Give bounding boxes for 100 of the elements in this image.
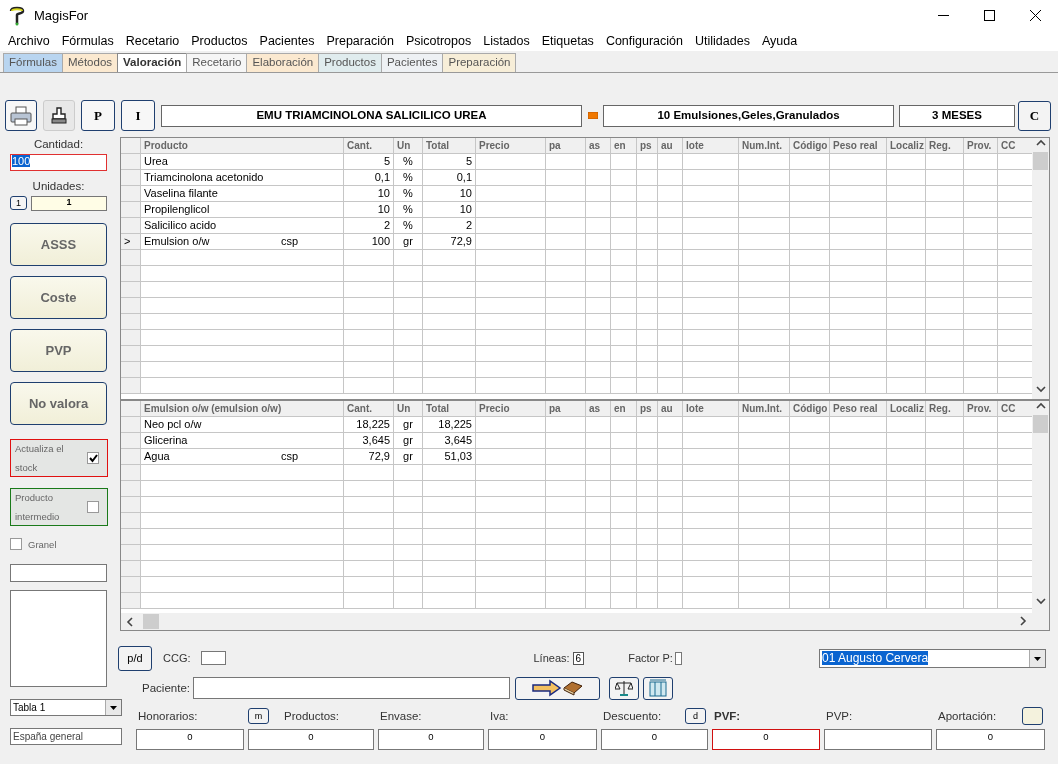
text-field[interactable] (10, 564, 107, 582)
units-field[interactable]: 1 (31, 196, 107, 211)
category-field[interactable]: 10 Emulsiones,Geles,Granulados (603, 104, 894, 127)
tab[interactable]: Preparación (442, 53, 517, 72)
column-header[interactable]: pa (546, 138, 586, 154)
scale-button[interactable] (609, 676, 639, 700)
small-button[interactable]: d (685, 708, 706, 724)
table-dropdown[interactable]: Tabla 1 (10, 699, 122, 716)
menu-item[interactable]: Ayuda (761, 34, 798, 48)
row-header[interactable] (121, 250, 141, 266)
total-field[interactable]: 0 (488, 729, 597, 750)
total-field[interactable]: 0 (248, 729, 374, 750)
units-button[interactable]: 1 (10, 196, 27, 210)
column-header[interactable]: Num.Int. (739, 401, 790, 418)
menu-item[interactable]: Psicotropos (405, 34, 472, 48)
toolbar-button[interactable]: I (121, 100, 155, 131)
row-header[interactable] (121, 497, 141, 514)
column-header[interactable]: lote (683, 401, 739, 418)
tab[interactable]: Pacientes (380, 53, 444, 72)
menu-item[interactable]: Productos (191, 34, 248, 48)
scroll-thumb[interactable] (1033, 152, 1048, 170)
column-header[interactable]: Precio (476, 401, 546, 418)
checkbox[interactable] (87, 452, 99, 464)
row-header[interactable] (121, 449, 141, 466)
column-header[interactable]: Un (394, 401, 423, 418)
row-header[interactable] (121, 346, 141, 362)
columns-button[interactable] (643, 676, 673, 700)
row-header[interactable] (121, 545, 141, 562)
column-header[interactable]: au (658, 138, 683, 154)
row-header[interactable]: > (121, 234, 141, 250)
row-header[interactable] (121, 417, 141, 434)
pd-button[interactable]: p/d (118, 645, 152, 671)
c-button[interactable]: C (1018, 100, 1051, 131)
action-button[interactable]: ASSS (10, 223, 107, 266)
column-header[interactable]: Código (790, 401, 830, 418)
column-header[interactable]: Peso real (830, 401, 887, 418)
menu-item[interactable]: Fórmulas (61, 34, 114, 48)
column-header[interactable]: CC (998, 138, 1032, 154)
column-header[interactable]: Num.Int. (739, 138, 790, 154)
scroll-thumb[interactable] (143, 614, 159, 629)
row-header[interactable] (121, 218, 141, 234)
scroll-right-icon[interactable] (1017, 614, 1029, 627)
total-field[interactable]: 0 (378, 729, 484, 750)
column-header[interactable]: Código (790, 138, 830, 154)
column-header[interactable]: as (586, 401, 611, 418)
row-header[interactable] (121, 154, 141, 170)
stamp-button[interactable] (43, 100, 75, 131)
menu-item[interactable]: Listados (483, 34, 530, 48)
menu-item[interactable]: Archivo (8, 34, 50, 48)
column-header[interactable]: en (611, 401, 637, 418)
tab[interactable]: Fórmulas (3, 53, 63, 72)
column-header[interactable]: pa (546, 401, 586, 418)
row-header[interactable] (121, 314, 141, 330)
total-field[interactable]: 0 (936, 729, 1045, 750)
blank-button[interactable] (1022, 707, 1043, 725)
tab[interactable]: Métodos (61, 53, 119, 72)
column-header[interactable]: Localiz (887, 401, 926, 418)
row-header[interactable] (121, 170, 141, 186)
column-header[interactable]: Un (394, 138, 423, 154)
action-button[interactable]: Coste (10, 276, 107, 319)
row-header[interactable] (121, 282, 141, 298)
row-header[interactable] (121, 529, 141, 546)
row-header[interactable] (121, 433, 141, 450)
row-header[interactable] (121, 465, 141, 482)
maximize-icon[interactable] (983, 10, 995, 21)
row-header[interactable] (121, 266, 141, 282)
column-header[interactable]: Prov. (964, 138, 998, 154)
patient-field[interactable] (193, 677, 510, 699)
column-header[interactable]: Localiz (887, 138, 926, 154)
scroll-thumb[interactable] (1033, 415, 1048, 434)
quantity-field[interactable]: 100 (10, 154, 107, 171)
column-header[interactable]: CC (998, 401, 1032, 418)
menu-item[interactable]: Recetario (125, 34, 180, 48)
factor-field[interactable] (674, 651, 682, 665)
checkbox[interactable] (10, 538, 22, 550)
column-header[interactable]: Reg. (926, 138, 964, 154)
row-header[interactable] (121, 378, 141, 394)
region-field[interactable]: España general (10, 728, 122, 745)
total-field[interactable]: 0 (601, 729, 708, 750)
row-header[interactable] (121, 362, 141, 378)
checkbox[interactable] (87, 501, 99, 513)
column-header[interactable]: lote (683, 138, 739, 154)
row-header[interactable] (121, 202, 141, 218)
column-header[interactable]: Producto (141, 138, 344, 154)
row-header[interactable] (121, 513, 141, 530)
column-header[interactable]: au (658, 401, 683, 418)
menu-item[interactable]: Utilidades (695, 34, 750, 48)
close-icon[interactable] (1029, 10, 1041, 21)
tab[interactable]: Productos (318, 53, 382, 72)
row-header[interactable] (121, 298, 141, 314)
small-button[interactable]: m (248, 708, 269, 724)
column-header[interactable]: Total (423, 401, 476, 418)
row-header[interactable] (121, 577, 141, 594)
column-header[interactable]: Precio (476, 138, 546, 154)
menu-item[interactable]: Pacientes (259, 34, 315, 48)
menu-item[interactable]: Preparación (326, 34, 394, 48)
column-header[interactable]: Peso real (830, 138, 887, 154)
total-field[interactable] (824, 729, 932, 750)
row-header[interactable] (121, 186, 141, 202)
menu-item[interactable]: Configuración (605, 34, 683, 48)
